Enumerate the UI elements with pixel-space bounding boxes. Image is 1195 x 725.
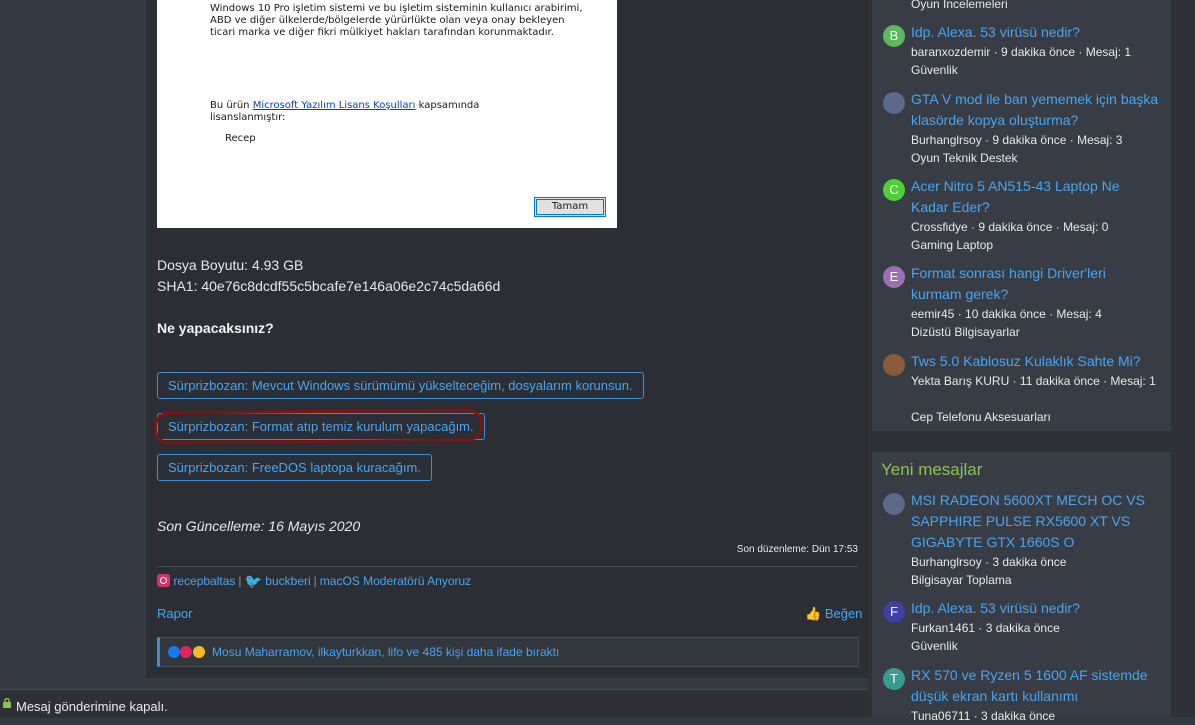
avatar[interactable]: C [883,179,905,201]
role-link[interactable]: macOS Moderatörü Anyoruz [320,574,471,588]
thread-meta: Yekta Barış KURU · 11 dakika önce · Mesa… [911,374,1156,388]
edited-timestamp: Son düzenleme: Dün 17:53 [736,544,858,555]
twitter-link[interactable]: buckberi [265,574,310,588]
last-update: Son Güncelleme: 16 Mayıs 2020 [157,518,361,534]
thread-meta: baranxozdemir · 9 dakika önce · Mesaj: 1 [911,45,1132,59]
file-size: Dosya Boyutu: 4.93 GB [157,257,304,273]
license-link: Microsoft Yazılım Lisans Koşulları [252,100,416,111]
thread-title[interactable]: Tws 5.0 Kablosuz Kulaklık Sahte Mi? [911,351,1159,372]
left-gutter [0,0,146,678]
thread-title[interactable]: Idp. Alexa. 53 virüsü nedir? [911,598,1159,619]
avatar[interactable]: T [883,668,905,690]
thread-category[interactable]: Güvenlik [911,61,1163,79]
license-prefix: Bu ürün [210,100,253,111]
thread-meta: Crossfidye · 9 dakika önce · Mesaj: 0 [911,220,1109,234]
instagram-link[interactable]: recepbaltas [173,574,235,588]
love-reaction-icon [180,646,193,658]
instagram-icon [157,574,170,587]
spoiler-upgrade-button[interactable]: Sürprizbozan: Mevcut Windows sürümümü yü… [157,372,644,399]
sha1-hash: SHA1: 40e76c8dcdf55c5bcafe7e146a06e2c74c… [157,278,501,294]
dialog-license-text: Bu ürün Microsoft Yazılım Lisans Koşulla… [210,100,510,124]
avatar[interactable]: B [883,25,905,47]
thread-meta: Tuna06711 · 3 dakika önce [911,709,1056,723]
thread-category[interactable]: Gaming Laptop [911,236,1163,254]
thread-category[interactable]: Güvenlik [911,637,1163,655]
wow-reaction-icon [192,646,205,658]
thread-title[interactable]: RX 570 ve Ryzen 5 1600 AF sistemde düşük… [911,665,1159,707]
thread-meta: Furkan1461 · 3 dakika önce [911,621,1060,635]
thread-title[interactable]: Acer Nitro 5 AN515-43 Laptop Ne Kadar Ed… [911,176,1159,218]
avatar[interactable]: F [883,601,905,623]
like-button[interactable]: 👍 Beğen [805,606,862,622]
thread-category[interactable]: Dizüstü Bilgisayarlar [911,323,1163,341]
lock-icon [3,698,11,708]
twitter-icon: 🐦 [244,573,262,589]
thread-title[interactable]: GTA V mod ile ban yememek için başka kla… [911,89,1159,131]
red-highlight-circle [153,408,484,445]
thread-meta: Burhanglrsoy · 9 dakika önce · Mesaj: 3 [911,133,1123,147]
like-label: Beğen [824,606,863,621]
thread-category[interactable]: Bilgisayar Toplama [911,571,1163,589]
thread-title[interactable]: Idp. Alexa. 53 virüsü nedir? [911,22,1159,43]
reactions-bar[interactable]: Mosu Maharramov, ilkayturkkan, lifo ve 4… [157,637,859,667]
report-link[interactable]: Rapor [157,606,192,621]
dialog-ok-button: Tamam [534,197,606,217]
avatar[interactable]: E [883,266,905,288]
thread-closed-bar: Mesaj gönderimine kapalı. [0,689,868,718]
signature: recepbaltas | 🐦 buckberi | macOS Moderatörü … [157,573,471,590]
thread-category[interactable]: Cep Telefonu Aksesuarları [911,408,1163,426]
reactions-text: Mosu Maharramov, ilkayturkkan, lifo ve 4… [212,645,560,659]
windows-about-dialog-image: Windows 10 Pro işletim sistemi ve bu işl… [157,0,617,228]
avatar[interactable] [883,493,905,515]
section-heading: Ne yapacaksınız? [157,320,274,336]
thread-title[interactable]: MSI RADEON 5600XT MECH OC VS SAPPHIRE PU… [911,490,1159,553]
signature-divider [157,566,858,567]
spoiler-freedos-button[interactable]: Sürprizbozan: FreeDOS laptopa kuracağım. [157,454,432,481]
thread-category: Oyun İncelemeleri [911,0,1008,11]
avatar[interactable] [883,92,905,114]
thread-closed-text: Mesaj gönderimine kapalı. [16,699,168,714]
dialog-user: Recep [225,133,256,144]
thread-title[interactable]: Format sonrası hangi Driver'leri kurmam … [911,263,1159,305]
avatar[interactable] [883,354,905,376]
like-reaction-icon [168,646,180,658]
thumbs-up-icon: 👍 [805,606,825,621]
dialog-legal-text: Windows 10 Pro işletim sistemi ve bu işl… [210,3,583,38]
thread-meta: Burhanglrsoy · 3 dakika önce [911,555,1067,569]
new-messages-title[interactable]: Yeni mesajlar [881,460,982,480]
thread-category[interactable]: Oyun Teknik Destek [911,149,1163,167]
thread-meta: eemir45 · 10 dakika önce · Mesaj: 4 [911,307,1102,321]
